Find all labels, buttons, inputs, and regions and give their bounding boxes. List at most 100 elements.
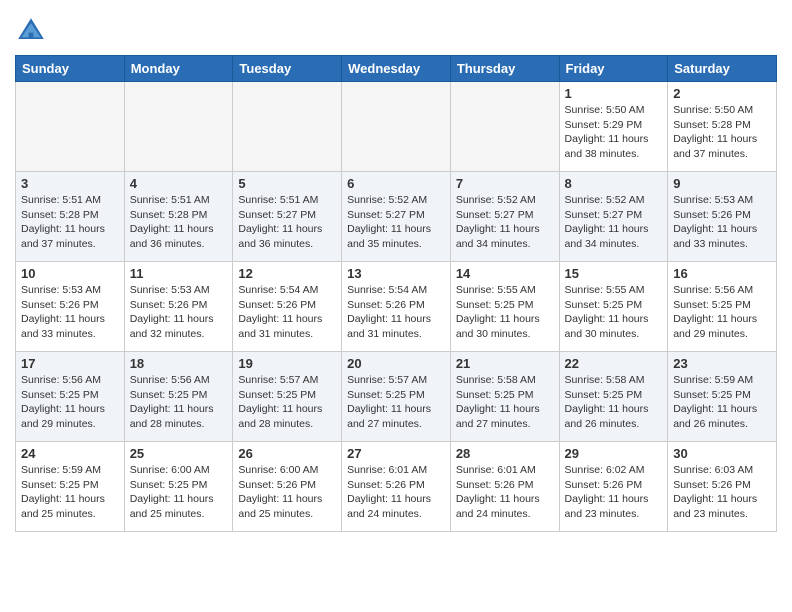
calendar-week-row: 10 Sunrise: 5:53 AM Sunset: 5:26 PM Dayli… <box>16 262 777 352</box>
day-info: Sunrise: 5:53 AM Sunset: 5:26 PM Dayligh… <box>673 193 771 252</box>
day-number: 7 <box>456 176 554 191</box>
day-info: Sunrise: 6:01 AM Sunset: 5:26 PM Dayligh… <box>347 463 445 522</box>
day-info: Sunrise: 5:54 AM Sunset: 5:26 PM Dayligh… <box>347 283 445 342</box>
day-info: Sunrise: 5:55 AM Sunset: 5:25 PM Dayligh… <box>456 283 554 342</box>
day-number: 29 <box>565 446 663 461</box>
day-number: 15 <box>565 266 663 281</box>
day-info: Sunrise: 5:53 AM Sunset: 5:26 PM Dayligh… <box>130 283 228 342</box>
calendar-week-row: 1 Sunrise: 5:50 AM Sunset: 5:29 PM Daylig… <box>16 82 777 172</box>
calendar-cell: 18 Sunrise: 5:56 AM Sunset: 5:25 PM Dayli… <box>124 352 233 442</box>
day-number: 11 <box>130 266 228 281</box>
calendar-cell: 7 Sunrise: 5:52 AM Sunset: 5:27 PM Daylig… <box>450 172 559 262</box>
calendar-cell: 27 Sunrise: 6:01 AM Sunset: 5:26 PM Dayli… <box>342 442 451 532</box>
page: SundayMondayTuesdayWednesdayThursdayFrid… <box>0 0 792 542</box>
weekday-header-friday: Friday <box>559 56 668 82</box>
calendar-cell: 30Sunrise: 6:03 AM Sunset: 5:26 PM Dayli… <box>668 442 777 532</box>
logo <box>15 15 51 47</box>
weekday-header-monday: Monday <box>124 56 233 82</box>
calendar-cell <box>124 82 233 172</box>
day-info: Sunrise: 5:52 AM Sunset: 5:27 PM Dayligh… <box>347 193 445 252</box>
weekday-header-thursday: Thursday <box>450 56 559 82</box>
day-number: 14 <box>456 266 554 281</box>
day-info: Sunrise: 5:50 AM Sunset: 5:29 PM Dayligh… <box>565 103 663 162</box>
calendar-cell <box>342 82 451 172</box>
calendar-cell: 20 Sunrise: 5:57 AM Sunset: 5:25 PM Dayli… <box>342 352 451 442</box>
calendar-cell: 3Sunrise: 5:51 AM Sunset: 5:28 PM Daylig… <box>16 172 125 262</box>
day-number: 10 <box>21 266 119 281</box>
day-info: Sunrise: 5:54 AM Sunset: 5:26 PM Dayligh… <box>238 283 336 342</box>
calendar-cell: 24 Sunrise: 5:59 AM Sunset: 5:25 PM Dayli… <box>16 442 125 532</box>
day-info: Sunrise: 5:55 AM Sunset: 5:25 PM Dayligh… <box>565 283 663 342</box>
day-info: Sunrise: 6:00 AM Sunset: 5:26 PM Dayligh… <box>238 463 336 522</box>
calendar-cell: 1 Sunrise: 5:50 AM Sunset: 5:29 PM Daylig… <box>559 82 668 172</box>
calendar-cell: 17 Sunrise: 5:56 AM Sunset: 5:25 PM Dayli… <box>16 352 125 442</box>
day-number: 18 <box>130 356 228 371</box>
day-info: Sunrise: 6:02 AM Sunset: 5:26 PM Dayligh… <box>565 463 663 522</box>
calendar-cell: 2Sunrise: 5:50 AM Sunset: 5:28 PM Daylig… <box>668 82 777 172</box>
day-number: 24 <box>21 446 119 461</box>
day-info: Sunrise: 5:52 AM Sunset: 5:27 PM Dayligh… <box>456 193 554 252</box>
calendar-cell: 15 Sunrise: 5:55 AM Sunset: 5:25 PM Dayli… <box>559 262 668 352</box>
calendar-cell: 13 Sunrise: 5:54 AM Sunset: 5:26 PM Dayli… <box>342 262 451 352</box>
calendar-cell: 22 Sunrise: 5:58 AM Sunset: 5:25 PM Dayli… <box>559 352 668 442</box>
day-number: 8 <box>565 176 663 191</box>
calendar-cell: 5 Sunrise: 5:51 AM Sunset: 5:27 PM Daylig… <box>233 172 342 262</box>
day-info: Sunrise: 5:57 AM Sunset: 5:25 PM Dayligh… <box>347 373 445 432</box>
day-info: Sunrise: 5:56 AM Sunset: 5:25 PM Dayligh… <box>673 283 771 342</box>
day-number: 21 <box>456 356 554 371</box>
day-info: Sunrise: 5:51 AM Sunset: 5:27 PM Dayligh… <box>238 193 336 252</box>
day-info: Sunrise: 5:58 AM Sunset: 5:25 PM Dayligh… <box>565 373 663 432</box>
day-number: 13 <box>347 266 445 281</box>
calendar-cell: 26 Sunrise: 6:00 AM Sunset: 5:26 PM Dayli… <box>233 442 342 532</box>
logo-icon <box>15 15 47 47</box>
weekday-header-tuesday: Tuesday <box>233 56 342 82</box>
day-info: Sunrise: 5:58 AM Sunset: 5:25 PM Dayligh… <box>456 373 554 432</box>
calendar-week-row: 24 Sunrise: 5:59 AM Sunset: 5:25 PM Dayli… <box>16 442 777 532</box>
day-number: 3 <box>21 176 119 191</box>
day-info: Sunrise: 6:01 AM Sunset: 5:26 PM Dayligh… <box>456 463 554 522</box>
day-info: Sunrise: 5:51 AM Sunset: 5:28 PM Dayligh… <box>130 193 228 252</box>
calendar-cell: 25 Sunrise: 6:00 AM Sunset: 5:25 PM Dayli… <box>124 442 233 532</box>
day-number: 4 <box>130 176 228 191</box>
calendar-cell: 9Sunrise: 5:53 AM Sunset: 5:26 PM Daylig… <box>668 172 777 262</box>
weekday-header-saturday: Saturday <box>668 56 777 82</box>
calendar-week-row: 17 Sunrise: 5:56 AM Sunset: 5:25 PM Dayli… <box>16 352 777 442</box>
day-info: Sunrise: 5:59 AM Sunset: 5:25 PM Dayligh… <box>21 463 119 522</box>
day-info: Sunrise: 5:52 AM Sunset: 5:27 PM Dayligh… <box>565 193 663 252</box>
calendar-cell: 23 Sunrise: 5:59 AM Sunset: 5:25 PM Dayli… <box>668 352 777 442</box>
calendar-cell: 12 Sunrise: 5:54 AM Sunset: 5:26 PM Dayli… <box>233 262 342 352</box>
calendar-cell: 6 Sunrise: 5:52 AM Sunset: 5:27 PM Daylig… <box>342 172 451 262</box>
calendar-cell <box>450 82 559 172</box>
calendar-cell: 11 Sunrise: 5:53 AM Sunset: 5:26 PM Dayli… <box>124 262 233 352</box>
day-info: Sunrise: 5:56 AM Sunset: 5:25 PM Dayligh… <box>130 373 228 432</box>
weekday-header-sunday: Sunday <box>16 56 125 82</box>
calendar-cell: 16 Sunrise: 5:56 AM Sunset: 5:25 PM Dayli… <box>668 262 777 352</box>
day-info: Sunrise: 5:50 AM Sunset: 5:28 PM Dayligh… <box>673 103 771 162</box>
calendar-cell: 21 Sunrise: 5:58 AM Sunset: 5:25 PM Dayli… <box>450 352 559 442</box>
day-number: 5 <box>238 176 336 191</box>
day-number: 22 <box>565 356 663 371</box>
day-number: 20 <box>347 356 445 371</box>
header <box>15 10 777 47</box>
calendar-cell: 19Sunrise: 5:57 AM Sunset: 5:25 PM Dayli… <box>233 352 342 442</box>
day-info: Sunrise: 5:56 AM Sunset: 5:25 PM Dayligh… <box>21 373 119 432</box>
day-info: Sunrise: 6:03 AM Sunset: 5:26 PM Dayligh… <box>673 463 771 522</box>
calendar-cell: 8 Sunrise: 5:52 AM Sunset: 5:27 PM Daylig… <box>559 172 668 262</box>
weekday-header-wednesday: Wednesday <box>342 56 451 82</box>
day-number: 17 <box>21 356 119 371</box>
calendar-cell: 28 Sunrise: 6:01 AM Sunset: 5:26 PM Dayli… <box>450 442 559 532</box>
day-number: 27 <box>347 446 445 461</box>
day-number: 25 <box>130 446 228 461</box>
day-number: 16 <box>673 266 771 281</box>
calendar-cell: 4 Sunrise: 5:51 AM Sunset: 5:28 PM Daylig… <box>124 172 233 262</box>
day-number: 28 <box>456 446 554 461</box>
day-number: 26 <box>238 446 336 461</box>
day-number: 12 <box>238 266 336 281</box>
calendar-cell <box>16 82 125 172</box>
day-number: 23 <box>673 356 771 371</box>
day-number: 1 <box>565 86 663 101</box>
day-info: Sunrise: 5:59 AM Sunset: 5:25 PM Dayligh… <box>673 373 771 432</box>
day-number: 6 <box>347 176 445 191</box>
day-info: Sunrise: 5:57 AM Sunset: 5:25 PM Dayligh… <box>238 373 336 432</box>
day-info: Sunrise: 6:00 AM Sunset: 5:25 PM Dayligh… <box>130 463 228 522</box>
